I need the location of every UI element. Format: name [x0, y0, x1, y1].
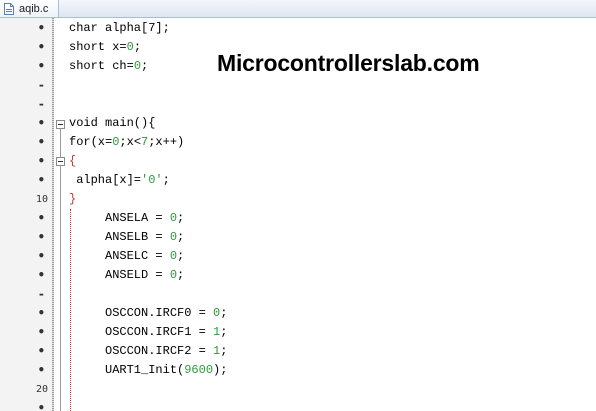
line-marker: •: [37, 21, 45, 35]
code-token: ;: [220, 306, 228, 320]
code-line[interactable]: 20: [0, 380, 596, 399]
line-marker: -: [37, 97, 45, 111]
line-marker: •: [37, 344, 45, 358]
code-token-num: 0: [169, 268, 178, 282]
line-marker: •: [37, 154, 45, 168]
code-text: alpha[x]='0';: [69, 171, 170, 190]
code-line[interactable]: • ANSELD = 0;: [0, 266, 596, 285]
c-file-icon: [4, 2, 14, 15]
code-line[interactable]: • OSCCON.IRCF2 = 1;: [0, 342, 596, 361]
line-marker: •: [37, 268, 45, 282]
line-marker: •: [37, 173, 45, 187]
code-editor-window: aqib.c • char alpha[7]; • short x=0; • short …: [0, 0, 596, 411]
code-line[interactable]: • alpha[x]='0';: [0, 171, 596, 190]
line-marker: •: [37, 230, 45, 244]
code-line[interactable]: • ANSELB = 0;: [0, 228, 596, 247]
code-text: OSCCON.IRCF0 = 0;: [69, 304, 227, 323]
line-marker: •: [37, 306, 45, 320]
code-token: short x=: [69, 40, 127, 54]
code-text: UART1_Init(9600);: [69, 361, 227, 380]
code-token: char alpha[7];: [69, 21, 170, 35]
code-token: short ch=: [69, 59, 134, 73]
code-line[interactable]: • void main(){: [0, 114, 596, 133]
tab-bar: aqib.c: [0, 0, 596, 18]
code-text: }: [69, 190, 76, 209]
code-text: for(x=0;x<7;x++): [69, 133, 184, 152]
tab-file[interactable]: aqib.c: [0, 0, 60, 17]
code-token: ;: [177, 249, 185, 263]
line-marker: •: [37, 325, 45, 339]
code-text: ANSELD = 0;: [69, 266, 184, 285]
code-line[interactable]: • char alpha[7];: [0, 19, 596, 38]
code-token: );: [213, 363, 228, 377]
code-line[interactable]: 10}: [0, 190, 596, 209]
code-token: ;: [162, 173, 170, 187]
code-token: OSCCON.IRCF0 =: [69, 306, 214, 320]
code-token: ;: [177, 211, 185, 225]
line-number: 10: [35, 194, 48, 205]
code-text: void main(){: [69, 114, 155, 133]
line-marker: •: [37, 249, 45, 263]
code-token: UART1_Init(: [69, 363, 185, 377]
code-token: ANSELC =: [69, 249, 170, 263]
code-text: short ch=0;: [69, 57, 148, 76]
code-token: ;: [133, 40, 142, 54]
line-marker: •: [37, 116, 45, 130]
code-line[interactable]: • OSCCON.IRCF0 = 0;: [0, 304, 596, 323]
code-line[interactable]: •: [0, 399, 596, 411]
code-token: OSCCON.IRCF1 =: [69, 325, 214, 339]
code-token: for(x=: [69, 135, 113, 149]
code-token: ;: [177, 230, 185, 244]
line-marker: •: [37, 363, 45, 377]
code-line[interactable]: -: [0, 76, 596, 95]
code-token-num: 0: [169, 211, 178, 225]
code-line[interactable]: -: [0, 95, 596, 114]
code-token: ;x++): [148, 135, 185, 149]
line-marker: •: [37, 40, 45, 54]
line-number: 20: [35, 384, 48, 395]
code-text: char alpha[7];: [69, 19, 170, 38]
line-marker: •: [37, 401, 45, 411]
code-token: alpha[x]=: [69, 173, 142, 187]
line-marker: •: [37, 135, 45, 149]
code-text: short x=0;: [69, 38, 141, 57]
code-token-num: 0: [126, 40, 134, 54]
line-marker: -: [37, 78, 45, 92]
code-token: void main(){: [69, 116, 156, 130]
code-line[interactable]: • OSCCON.IRCF1 = 1;: [0, 323, 596, 342]
code-line[interactable]: • ANSELC = 0;: [0, 247, 596, 266]
code-token: ;: [141, 59, 149, 73]
code-line[interactable]: • ANSELA = 0;: [0, 209, 596, 228]
code-token: ANSELB =: [69, 230, 170, 244]
code-token: ;: [177, 268, 185, 282]
tab-filename: aqib.c: [19, 2, 49, 15]
code-line[interactable]: •{: [0, 152, 596, 171]
code-token-num: 0: [169, 249, 178, 263]
code-token: ;x<: [119, 135, 142, 149]
code-token-brace: {: [69, 154, 77, 168]
code-text: ANSELA = 0;: [69, 209, 184, 228]
code-token: ANSELD =: [69, 268, 170, 282]
code-line[interactable]: • UART1_Init(9600);: [0, 361, 596, 380]
code-token-num: 9600: [184, 363, 214, 377]
code-token: ;: [220, 325, 228, 339]
code-text: ANSELB = 0;: [69, 228, 184, 247]
code-text: {: [69, 152, 76, 171]
code-line[interactable]: -: [0, 285, 596, 304]
line-marker: •: [37, 59, 45, 73]
code-token-str: '0': [141, 173, 163, 187]
code-text: OSCCON.IRCF1 = 1;: [69, 323, 227, 342]
code-token: ;: [220, 344, 228, 358]
code-token-num: 0: [133, 59, 142, 73]
watermark-text: Microcontrollerslab.com: [217, 50, 480, 76]
code-token-num: 0: [169, 230, 178, 244]
line-marker: •: [37, 211, 45, 225]
code-text: ANSELC = 0;: [69, 247, 184, 266]
code-text: OSCCON.IRCF2 = 1;: [69, 342, 227, 361]
code-token: ANSELA =: [69, 211, 170, 225]
code-token-brace: }: [69, 192, 77, 206]
code-token: OSCCON.IRCF2 =: [69, 344, 214, 358]
line-marker: -: [37, 287, 45, 301]
code-line[interactable]: • for(x=0;x<7;x++): [0, 133, 596, 152]
